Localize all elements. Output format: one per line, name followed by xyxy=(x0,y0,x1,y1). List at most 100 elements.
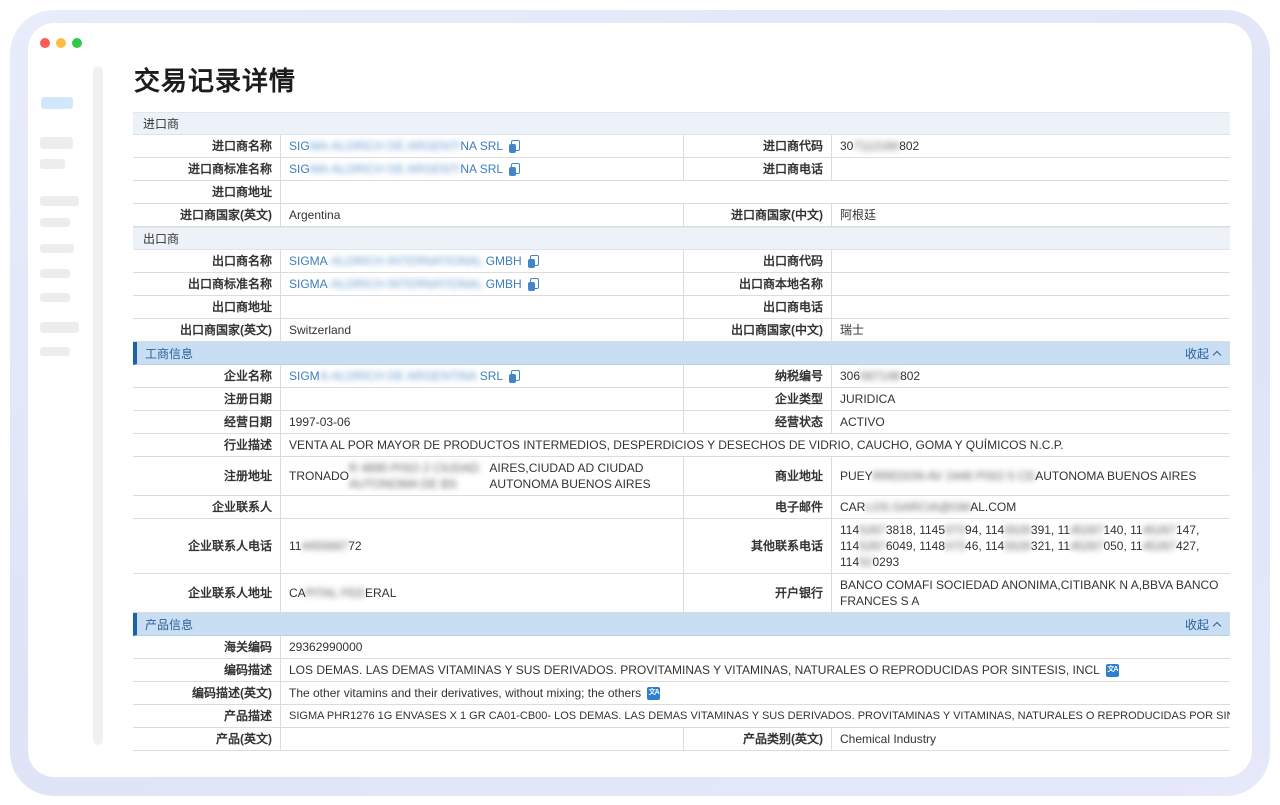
exporter-code-label: 出口商代码 xyxy=(684,250,832,273)
business-company-label: 企业名称 xyxy=(133,365,281,388)
business-collapse-button[interactable]: 收起 xyxy=(1185,345,1220,362)
exporter-name-link[interactable]: SIGMA-ALDRICH INTERNATIONAL GMBH xyxy=(289,253,522,269)
business-type-label: 企业类型 xyxy=(684,388,832,411)
business-type-value: JURIDICA xyxy=(832,388,1230,411)
detail-table: 进口商 进口商名称 SIGMA-ALDRICH DE ARGENTINA SRL… xyxy=(133,112,1230,751)
business-biz-addr-label: 商业地址 xyxy=(684,457,832,496)
importer-address-value xyxy=(281,181,1230,204)
business-contact-phone-value: 11445566772 xyxy=(281,519,684,574)
section-title: 进口商 xyxy=(143,115,179,132)
product-hs-value: 29362990000 xyxy=(281,636,1230,659)
importer-country-cn-value: 阿根廷 xyxy=(832,204,1230,227)
section-header-business: 工商信息 收起 xyxy=(133,342,1230,365)
exporter-std-name-label: 出口商标准名称 xyxy=(133,273,281,296)
copy-icon[interactable] xyxy=(509,140,520,153)
sidebar-item[interactable] xyxy=(40,137,73,149)
exporter-std-name-value: SIGMA-ALDRICH INTERNATIONAL GMBH xyxy=(281,273,684,296)
copy-icon[interactable] xyxy=(509,370,520,383)
product-code-desc-value: LOS DEMAS. LAS DEMAS VITAMINAS Y SUS DER… xyxy=(281,659,1230,682)
importer-std-name-value: SIGMA-ALDRICH DE ARGENTINA SRL xyxy=(281,158,684,181)
sidebar-item[interactable] xyxy=(40,293,70,302)
sidebar-item-active[interactable] xyxy=(41,97,73,109)
importer-country-cn-label: 进口商国家(中文) xyxy=(684,204,832,227)
product-desc-text: SIGMA PHR1276 1G ENVASES X 1 GR CA01-CB0… xyxy=(289,708,1230,724)
business-op-date-value: 1997-03-06 xyxy=(281,411,684,434)
sidebar-item[interactable] xyxy=(40,269,70,278)
close-window-icon[interactable] xyxy=(40,38,50,48)
copy-icon[interactable] xyxy=(509,163,520,176)
business-reg-date-label: 注册日期 xyxy=(133,388,281,411)
sidebar-item[interactable] xyxy=(40,218,70,227)
sidebar-item[interactable] xyxy=(40,244,74,253)
business-tax-label: 纳税编号 xyxy=(684,365,832,388)
window-controls xyxy=(40,38,82,48)
zoom-window-icon[interactable] xyxy=(72,38,82,48)
section-title: 出口商 xyxy=(143,230,179,247)
product-category-label: 产品类别(英文) xyxy=(684,728,832,751)
importer-name-value: SIGMA-ALDRICH DE ARGENTINA SRL xyxy=(281,135,684,158)
business-reg-date-value xyxy=(281,388,684,411)
business-contact-addr-value: CAPITAL FEDERAL xyxy=(281,574,684,613)
business-contact-addr-label: 企业联系人地址 xyxy=(133,574,281,613)
importer-name-link[interactable]: SIGMA-ALDRICH DE ARGENTINA SRL xyxy=(289,138,503,154)
business-contact-phone-label: 企业联系人电话 xyxy=(133,519,281,574)
collapse-label: 收起 xyxy=(1185,616,1209,633)
sidebar-item[interactable] xyxy=(40,196,79,206)
business-email-value: CARLOS.GARCIA@GMAL.COM xyxy=(832,496,1230,519)
importer-code-value: 307112184802 xyxy=(832,135,1230,158)
business-reg-addr-value: TRONADOR 4890 PISO 2 CIUDAD AUTONOMA DE … xyxy=(281,457,684,496)
importer-std-name-link[interactable]: SIGMA-ALDRICH DE ARGENTINA SRL xyxy=(289,161,503,177)
exporter-country-en-label: 出口商国家(英文) xyxy=(133,319,281,342)
translate-icon[interactable]: 文A xyxy=(1106,664,1119,677)
business-bank-label: 开户银行 xyxy=(684,574,832,613)
sidebar-item[interactable] xyxy=(40,159,65,169)
other-phones-line: 11452673818, 114507394, 1145526391, 1145… xyxy=(840,522,1199,538)
exporter-code-value xyxy=(832,250,1230,273)
product-en-label: 产品(英文) xyxy=(133,728,281,751)
exporter-name-label: 出口商名称 xyxy=(133,250,281,273)
copy-icon[interactable] xyxy=(528,255,539,268)
business-company-link[interactable]: SIGMA-ALDRICH DE ARGENTINA SRL xyxy=(289,368,503,384)
exporter-country-cn-label: 出口商国家(中文) xyxy=(684,319,832,342)
business-industry-label: 行业描述 xyxy=(133,434,281,457)
product-desc-value: SIGMA PHR1276 1G ENVASES X 1 GR CA01-CB0… xyxy=(281,705,1230,728)
minimize-window-icon[interactable] xyxy=(56,38,66,48)
product-code-desc-label: 编码描述 xyxy=(133,659,281,682)
sidebar-item[interactable] xyxy=(40,322,79,333)
product-en-value xyxy=(281,728,684,751)
importer-phone-label: 进口商电话 xyxy=(684,158,832,181)
section-title: 工商信息 xyxy=(145,345,193,362)
product-collapse-button[interactable]: 收起 xyxy=(1185,616,1220,633)
importer-code-label: 进口商代码 xyxy=(684,135,832,158)
app-window: 交易记录详情 进口商 进口商名称 SIGMA-ALDRICH DE ARGENT… xyxy=(28,23,1252,777)
code-desc-en-text: The other vitamins and their derivatives… xyxy=(289,685,641,701)
importer-phone-value xyxy=(832,158,1230,181)
exporter-phone-value xyxy=(832,296,1230,319)
section-header-exporter: 出口商 xyxy=(133,227,1230,250)
business-other-phone-label: 其他联系电话 xyxy=(684,519,832,574)
copy-icon[interactable] xyxy=(528,278,539,291)
collapse-label: 收起 xyxy=(1185,345,1209,362)
product-code-desc-en-value: The other vitamins and their derivatives… xyxy=(281,682,1230,705)
business-email-label: 电子邮件 xyxy=(684,496,832,519)
business-bank-value: BANCO COMAFI SOCIEDAD ANONIMA,CITIBANK N… xyxy=(832,574,1230,613)
section-header-importer: 进口商 xyxy=(133,112,1230,135)
exporter-local-name-value xyxy=(832,273,1230,296)
product-desc-label: 产品描述 xyxy=(133,705,281,728)
business-op-date-label: 经营日期 xyxy=(133,411,281,434)
business-reg-addr-label: 注册地址 xyxy=(133,457,281,496)
product-category-value: Chemical Industry xyxy=(832,728,1230,751)
translate-icon[interactable]: 文A xyxy=(647,687,660,700)
exporter-address-value xyxy=(281,296,684,319)
business-other-phones-value: 11452673818, 114507394, 1145526391, 1145… xyxy=(832,519,1230,574)
business-biz-addr-value: PUEYRREDON AV 2446 PISO 5 CD AUTONOMA BU… xyxy=(832,457,1230,496)
chevron-up-icon xyxy=(1213,621,1221,629)
main-content: 交易记录详情 进口商 进口商名称 SIGMA-ALDRICH DE ARGENT… xyxy=(133,65,1230,751)
business-industry-value: VENTA AL POR MAYOR DE PRODUCTOS INTERMED… xyxy=(281,434,1230,457)
exporter-std-name-link[interactable]: SIGMA-ALDRICH INTERNATIONAL GMBH xyxy=(289,276,522,292)
section-header-product: 产品信息 收起 xyxy=(133,613,1230,636)
page-title: 交易记录详情 xyxy=(134,65,1230,97)
sidebar-item[interactable] xyxy=(40,347,70,356)
exporter-country-en-value: Switzerland xyxy=(281,319,684,342)
other-phones-line: 11452676049, 114807346, 1145526321, 1145… xyxy=(840,538,1199,554)
